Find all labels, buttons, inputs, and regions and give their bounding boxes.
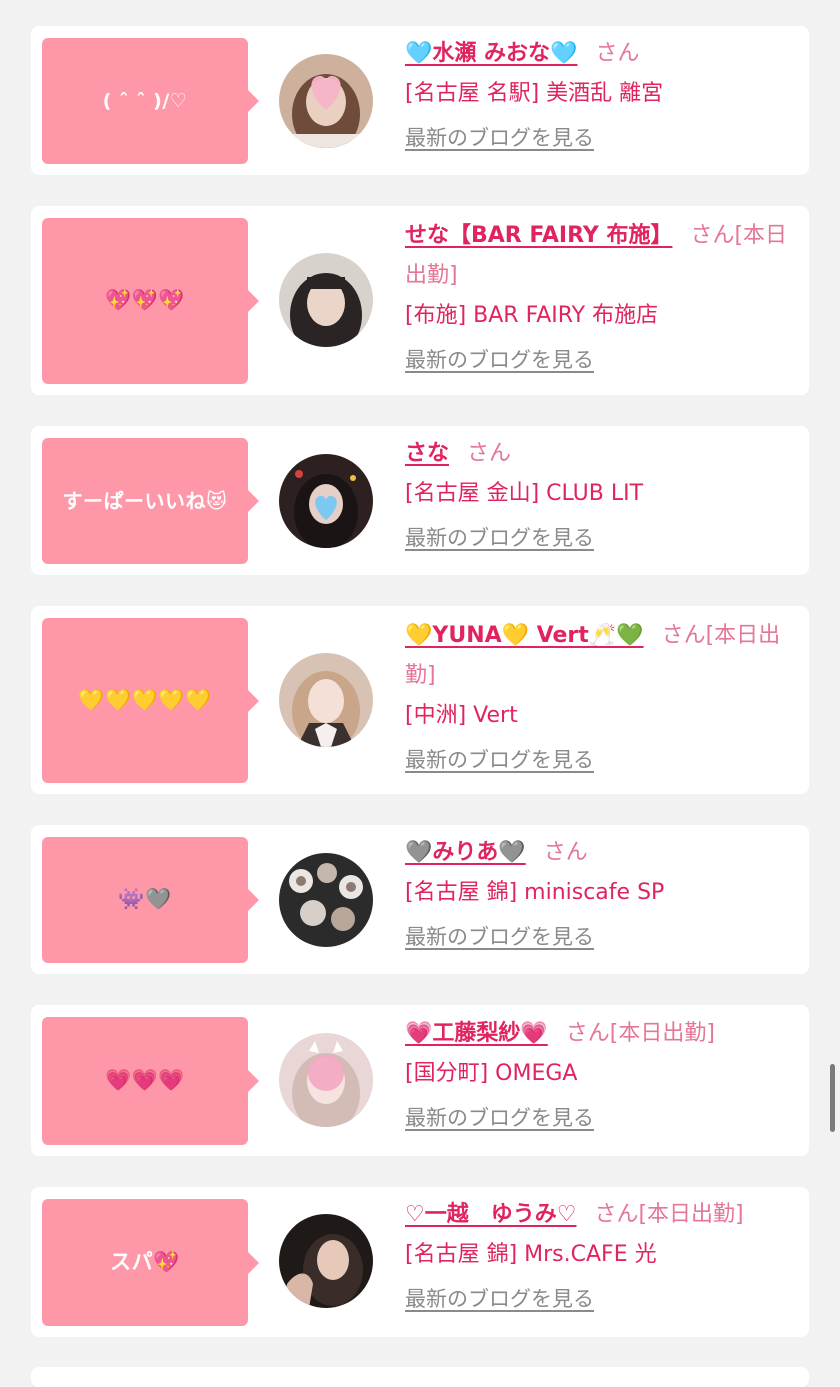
cast-name-link[interactable]: ♡一越 ゆうみ♡ [405,1202,576,1227]
comment-bubble: 👾🩶 [42,837,259,963]
list-item: すーぱーいいね😻 さな さん [名古屋 金山] CLUB LIT 最新のブログを見… [31,426,809,575]
list-item: 💗💗💗 💗工藤梨紗💗 さん[本日出勤] [国分町] OMEGA 最新のブログを見る [31,1005,809,1156]
comment-bubble: ( ˆ ˆ )/♡ [42,38,259,164]
comment-text: 👾🩶 [118,887,172,912]
entry-info: さな さん [名古屋 金山] CLUB LIT 最新のブログを見る [405,434,797,554]
shop-name: [中洲] Vert [405,703,518,728]
comment-bubble: 💛💛💛💛💛 [42,618,259,783]
entry-info: 💗工藤梨紗💗 さん[本日出勤] [国分町] OMEGA 最新のブログを見る [405,1014,797,1134]
honorific: さん[本日出勤] [565,1021,715,1046]
comment-bubble: 💖💖💖 [42,218,259,384]
list-item: 💖💖💖 せな【BAR FAIRY 布施】 さん[本日出勤] [布施] BAR FA… [31,206,809,395]
comment-text: ( ˆ ˆ )/♡ [102,89,188,112]
shop-name: [名古屋 錦] miniscafe SP [405,880,665,905]
shop-name: [名古屋 金山] CLUB LIT [405,481,644,506]
honorific: さん[本日出勤] [594,1202,744,1227]
comment-text: すーぱーいいね😻 [62,489,228,513]
latest-blog-link[interactable]: 最新のブログを見る [405,122,594,154]
shop-name: [布施] BAR FAIRY 布施店 [405,303,659,328]
scrollbar[interactable] [830,1064,835,1132]
comment-bubble: スパ💖 [42,1199,259,1326]
honorific: さん [467,441,512,466]
latest-blog-link[interactable]: 最新のブログを見る [405,344,594,376]
avatar[interactable] [279,454,373,548]
list-item: ( ˆ ˆ )/♡ 🩵水瀬 みおな🩵 さん [名古屋 名駅] 美酒乱 離宮 最新の… [31,26,809,175]
honorific: さん [543,840,588,865]
avatar[interactable] [279,853,373,947]
latest-blog-link[interactable]: 最新のブログを見る [405,744,594,776]
cast-name-link[interactable]: 🩵水瀬 みおな🩵 [405,41,577,66]
latest-blog-link[interactable]: 最新のブログを見る [405,921,594,953]
avatar[interactable] [279,54,373,148]
latest-blog-link[interactable]: 最新のブログを見る [405,1283,594,1315]
avatar[interactable] [279,653,373,747]
honorific: さん [595,41,640,66]
list-item: 👾🩶 🩶みりあ🩶 さん [名古屋 錦] miniscafe SP 最新のブログを見… [31,825,809,974]
entry-info: ♡一越 ゆうみ♡ さん[本日出勤] [名古屋 錦] Mrs.CAFE 光 最新のブ… [405,1195,797,1315]
comment-text: 💛💛💛💛💛 [78,687,212,712]
entry-info: 🩵水瀬 みおな🩵 さん [名古屋 名駅] 美酒乱 離宮 最新のブログを見る [405,34,797,154]
cast-name-link[interactable]: さな [405,441,449,466]
avatar[interactable] [279,1214,373,1308]
comment-text: スパ💖 [110,1249,180,1274]
list-item-partial [31,1367,809,1387]
entry-info: 🩶みりあ🩶 さん [名古屋 錦] miniscafe SP 最新のブログを見る [405,833,797,953]
avatar[interactable] [279,253,373,347]
entry-info: せな【BAR FAIRY 布施】 さん[本日出勤] [布施] BAR FAIRY … [405,216,797,376]
comment-bubble: 💗💗💗 [42,1017,259,1145]
list-item: 💛💛💛💛💛 💛YUNA💛 Vert🥂💚 さん[本日出勤] [中洲] Vert 最新… [31,606,809,794]
shop-name: [国分町] OMEGA [405,1061,578,1086]
cast-name-link[interactable]: 💛YUNA💛 Vert🥂💚 [405,623,644,648]
latest-blog-link[interactable]: 最新のブログを見る [405,522,594,554]
entry-info: 💛YUNA💛 Vert🥂💚 さん[本日出勤] [中洲] Vert 最新のブログを見… [405,616,797,776]
avatar[interactable] [279,1033,373,1127]
shop-name: [名古屋 錦] Mrs.CAFE 光 [405,1242,657,1267]
comment-text: 💗💗💗 [105,1068,185,1093]
comment-bubble: すーぱーいいね😻 [42,438,259,564]
comment-text: 💖💖💖 [105,288,185,313]
shop-name: [名古屋 名駅] 美酒乱 離宮 [405,81,664,106]
cast-name-link[interactable]: 💗工藤梨紗💗 [405,1021,548,1046]
cast-name-link[interactable]: せな【BAR FAIRY 布施】 [405,223,672,248]
list-item: スパ💖 ♡一越 ゆうみ♡ さん[本日出勤] [名古屋 錦] Mrs.CAFE 光 … [31,1187,809,1337]
cast-name-link[interactable]: 🩶みりあ🩶 [405,840,526,865]
latest-blog-link[interactable]: 最新のブログを見る [405,1102,594,1134]
